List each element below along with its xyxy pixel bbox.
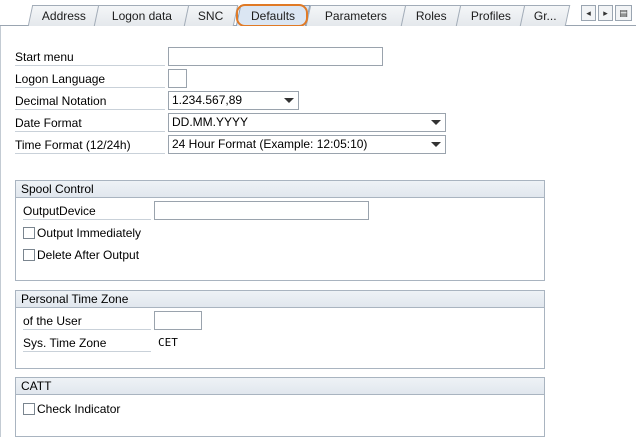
tab-label: SNC xyxy=(198,9,224,23)
tab-profiles[interactable]: Profiles xyxy=(455,5,527,26)
tab-snc[interactable]: SNC xyxy=(183,5,239,26)
user-time-zone-input[interactable] xyxy=(154,311,202,330)
check-indicator-label: Check Indicator xyxy=(37,402,121,416)
date-format-value: DD.MM.YYYY xyxy=(172,115,249,129)
tab-defaults[interactable]: Defaults xyxy=(235,5,311,27)
tab-logon-data[interactable]: Logon data xyxy=(93,5,191,26)
group-title: CATT xyxy=(16,378,544,395)
logon-language-input[interactable] xyxy=(168,69,187,88)
chevron-down-icon[interactable] xyxy=(431,142,441,147)
chevron-down-icon[interactable] xyxy=(284,98,294,103)
tab-label: Address xyxy=(41,9,86,23)
tab-roles[interactable]: Roles xyxy=(399,5,463,26)
output-device-label: OutputDevice xyxy=(23,202,151,220)
user-time-zone-label: of the User xyxy=(23,312,151,330)
tab-label: Parameters xyxy=(324,9,387,23)
time-format-select[interactable]: 24 Hour Format (Example: 12:05:10) xyxy=(168,135,446,154)
output-device-input[interactable] xyxy=(154,201,369,220)
tab-label: Gr... xyxy=(533,9,557,23)
sys-time-zone-value: CET xyxy=(158,336,178,349)
output-immediately-checkbox[interactable] xyxy=(23,227,35,239)
chevron-down-icon[interactable] xyxy=(431,120,441,125)
defaults-panel: Start menu Logon Language Decimal Notati… xyxy=(0,26,636,437)
tab-label: Profiles xyxy=(470,9,511,23)
output-immediately-label: Output Immediately xyxy=(37,226,142,240)
start-menu-input[interactable] xyxy=(168,47,383,66)
tab-nav: ◂ ▸ ▤ xyxy=(581,5,632,21)
tab-groups[interactable]: Gr... xyxy=(519,5,571,26)
tab-label: Roles xyxy=(415,9,447,23)
tab-strip: Address Logon data SNC Roles Profiles Gr… xyxy=(0,0,636,27)
next-tab-icon[interactable]: ▸ xyxy=(598,5,613,21)
date-format-select[interactable]: DD.MM.YYYY xyxy=(168,113,446,132)
group-title: Personal Time Zone xyxy=(16,291,544,308)
prev-tab-icon[interactable]: ◂ xyxy=(581,5,596,21)
start-menu-label: Start menu xyxy=(15,48,165,66)
delete-after-output-label: Delete After Output xyxy=(37,248,140,262)
date-format-label: Date Format xyxy=(15,114,165,132)
tab-label: Logon data xyxy=(111,9,172,23)
decimal-notation-label: Decimal Notation xyxy=(15,92,165,110)
group-title: Spool Control xyxy=(16,181,544,198)
time-format-label: Time Format (12/24h) xyxy=(15,136,165,154)
tab-address[interactable]: Address xyxy=(27,5,101,26)
tab-label: Defaults xyxy=(250,9,296,23)
time-format-value: 24 Hour Format (Example: 12:05:10) xyxy=(172,137,368,151)
decimal-notation-select[interactable]: 1.234.567,89 xyxy=(168,91,299,110)
delete-after-output-checkbox[interactable] xyxy=(23,249,35,261)
tab-parameters[interactable]: Parameters xyxy=(305,5,407,26)
logon-language-label: Logon Language xyxy=(15,70,165,88)
tab-list-icon[interactable]: ▤ xyxy=(615,5,632,21)
decimal-notation-value: 1.234.567,89 xyxy=(172,93,243,107)
check-indicator-checkbox[interactable] xyxy=(23,403,35,415)
sys-time-zone-label: Sys. Time Zone xyxy=(23,334,151,352)
